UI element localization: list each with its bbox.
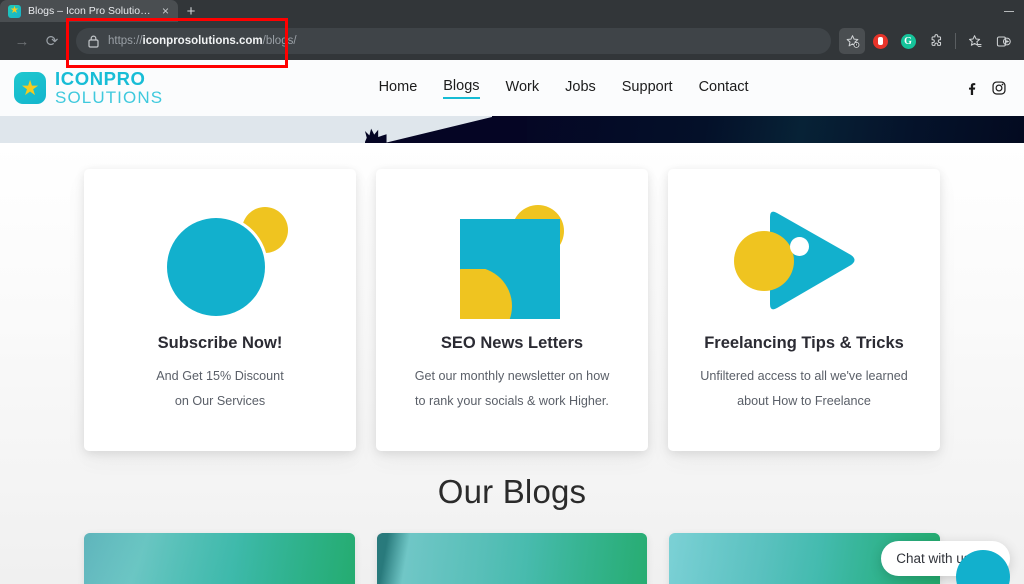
section-title-our-blogs: Our Blogs: [437, 473, 587, 510]
site-logo[interactable]: ★ ICONPRO SOLUTIONS: [14, 67, 164, 107]
brand-line-1: ICONPRO: [55, 67, 146, 89]
blog-thumbnail-overlay: [376, 533, 648, 584]
page-viewport: ★ ICONPRO SOLUTIONS Home Blogs Work Jobs…: [0, 60, 1024, 584]
site-info-lock-icon[interactable]: [88, 35, 99, 48]
blog-card-1[interactable]: [84, 533, 355, 584]
blog-card-row: [0, 533, 1024, 584]
browser-window: ★ Blogs – Icon Pro Solutions × + → ⟳ htt…: [0, 0, 1024, 584]
browser-toolbar: → ⟳ https://iconprosolutions.com/blogs/ …: [0, 22, 1024, 60]
card-desc-line-1: Get our monthly newsletter on how: [414, 369, 610, 383]
chat-widget: Chat with us 👋: [881, 541, 1010, 584]
facebook-icon[interactable]: [964, 81, 978, 95]
star-glyph: ★: [10, 5, 19, 16]
window-controls: [994, 0, 1024, 22]
feature-card-row: Subscribe Now! And Get 15% Discount on O…: [0, 169, 1024, 451]
instagram-icon[interactable]: [992, 81, 1006, 95]
url-path: /blogs/: [262, 35, 297, 47]
browser-tab[interactable]: ★ Blogs – Icon Pro Solutions ×: [0, 0, 178, 22]
extension-red-icon[interactable]: [867, 28, 893, 54]
card-desc-line-2: about How to Freelance: [737, 394, 871, 409]
browser-titlebar: ★ Blogs – Icon Pro Solutions × +: [0, 0, 1024, 22]
social-links: [964, 81, 1010, 95]
hero-banner-bottom: [0, 116, 1024, 143]
card-title: Freelancing Tips & Tricks: [704, 334, 904, 352]
toolbar-divider: [955, 33, 956, 49]
reload-button[interactable]: ⟳: [38, 27, 66, 55]
new-tab-button[interactable]: +: [178, 0, 204, 22]
card-desc-line-1: Unfiltered access to all we've learned: [700, 369, 908, 383]
nav-item-jobs[interactable]: Jobs: [565, 79, 596, 98]
card-description: Unfiltered access to all we've learned a…: [684, 364, 924, 414]
address-bar-url: https://iconprosolutions.com/blogs/: [108, 35, 297, 47]
brand-line-2: SOLUTIONS: [55, 87, 164, 107]
card-desc-line-2: to rank your socials & work Higher.: [415, 394, 609, 409]
feature-card-subscribe[interactable]: Subscribe Now! And Get 15% Discount on O…: [84, 169, 356, 451]
favorite-star-icon[interactable]: [839, 28, 865, 54]
feature-card-freelancing[interactable]: Freelancing Tips & Tricks Unfiltered acc…: [668, 169, 940, 451]
nav-item-home[interactable]: Home: [379, 79, 418, 98]
extension-grammarly-letter: G: [900, 33, 916, 49]
tab-close-icon[interactable]: ×: [158, 5, 173, 17]
card-desc-line-1: And Get 15% Discount: [156, 369, 284, 383]
nav-item-work[interactable]: Work: [506, 79, 540, 98]
tab-favicon-icon: ★: [8, 4, 21, 18]
nav-item-support[interactable]: Support: [622, 79, 673, 98]
browser-essentials-icon[interactable]: [990, 28, 1016, 54]
forward-button[interactable]: →: [8, 27, 36, 55]
tab-title: Blogs – Icon Pro Solutions: [28, 5, 151, 17]
brand-wordmark: ICONPRO SOLUTIONS: [55, 67, 164, 107]
page-content: Subscribe Now! And Get 15% Discount on O…: [0, 143, 1024, 584]
url-host: iconprosolutions.com: [142, 35, 263, 47]
site-header: ★ ICONPRO SOLUTIONS Home Blogs Work Jobs…: [0, 60, 1024, 116]
card-description: And Get 15% Discount on Our Services: [140, 364, 299, 414]
card-title: SEO News Letters: [440, 334, 584, 352]
site-navigation: Home Blogs Work Jobs Support Contact: [163, 78, 964, 99]
extensions-puzzle-icon[interactable]: [923, 28, 949, 54]
play-circle-art-icon: [734, 201, 874, 321]
star-glyph: ★: [20, 76, 40, 100]
square-circles-art-icon: [442, 201, 582, 321]
blog-card-2[interactable]: [376, 533, 648, 584]
hero-leaf-silhouette: [364, 128, 387, 143]
card-description: Get our monthly newsletter on how to ran…: [399, 364, 626, 414]
hero-dark-panel: [491, 116, 1024, 143]
minimize-button[interactable]: [994, 0, 1024, 22]
collections-icon[interactable]: [962, 28, 988, 54]
nav-item-contact[interactable]: Contact: [699, 79, 749, 98]
feature-card-seo[interactable]: SEO News Letters Get our monthly newslet…: [376, 169, 648, 451]
extension-grammarly-icon[interactable]: G: [895, 28, 921, 54]
card-title: Subscribe Now!: [157, 334, 283, 352]
nav-item-blogs[interactable]: Blogs: [443, 78, 480, 99]
circle-dot-art-icon: [150, 201, 290, 321]
url-scheme: https://: [108, 35, 143, 47]
card-desc-line-2: on Our Services: [174, 394, 266, 409]
blog-thumbnail-overlay: [84, 533, 355, 584]
star-logo-icon: ★: [14, 72, 46, 104]
address-bar[interactable]: https://iconprosolutions.com/blogs/: [76, 28, 831, 54]
